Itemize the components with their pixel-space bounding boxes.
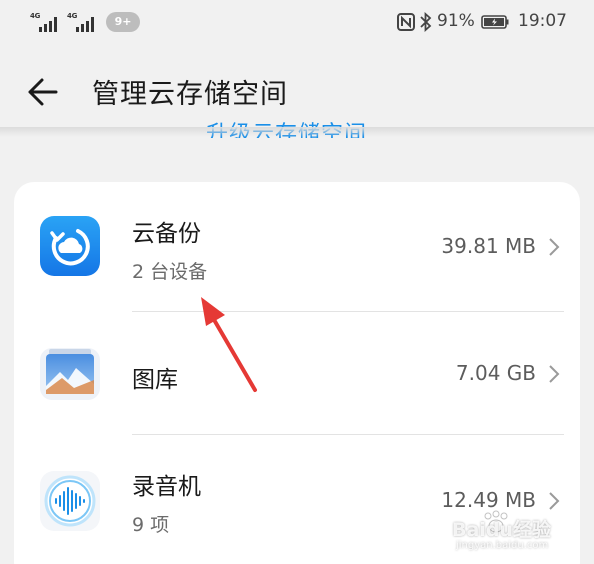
item-size: 39.81 MB xyxy=(441,234,536,258)
watermark-brand: Baidu经验 xyxy=(452,519,551,541)
page-title: 管理云存储空间 xyxy=(92,79,288,110)
recorder-icon xyxy=(40,471,100,531)
item-name: 录音机 xyxy=(132,474,201,500)
bluetooth-icon xyxy=(420,12,432,32)
back-arrow-icon[interactable] xyxy=(22,72,62,112)
item-name: 云备份 xyxy=(132,221,201,247)
chevron-right-icon xyxy=(549,365,560,383)
notification-badge: 9+ xyxy=(106,12,140,32)
item-subtitle: 2 台设备 xyxy=(132,261,208,283)
screen: 4G 4G 9+ 91% 19:07 管理云存储空间 云备份 2 台设备 39.… xyxy=(0,0,594,564)
item-subtitle: 9 项 xyxy=(132,514,170,536)
battery-percent: 91% xyxy=(437,11,475,31)
baidu-watermark: Baidu经验 jingyan.baidu.com xyxy=(452,507,582,557)
list-item-gallery[interactable]: 图库 7.04 GB xyxy=(14,312,580,435)
watermark-url: jingyan.baidu.com xyxy=(456,540,549,551)
clock: 19:07 xyxy=(518,11,567,31)
chevron-right-icon xyxy=(549,238,560,256)
status-bar: 4G 4G 9+ 91% 19:07 xyxy=(0,0,594,46)
item-name: 图库 xyxy=(132,367,178,393)
list-item-cloud-backup[interactable]: 云备份 2 台设备 39.81 MB xyxy=(14,182,580,312)
header-shadow xyxy=(0,127,594,137)
cloud-backup-icon xyxy=(40,216,100,276)
nfc-icon xyxy=(397,13,415,31)
item-size: 7.04 GB xyxy=(455,361,536,385)
battery-icon xyxy=(481,15,509,29)
gallery-icon xyxy=(40,348,100,400)
